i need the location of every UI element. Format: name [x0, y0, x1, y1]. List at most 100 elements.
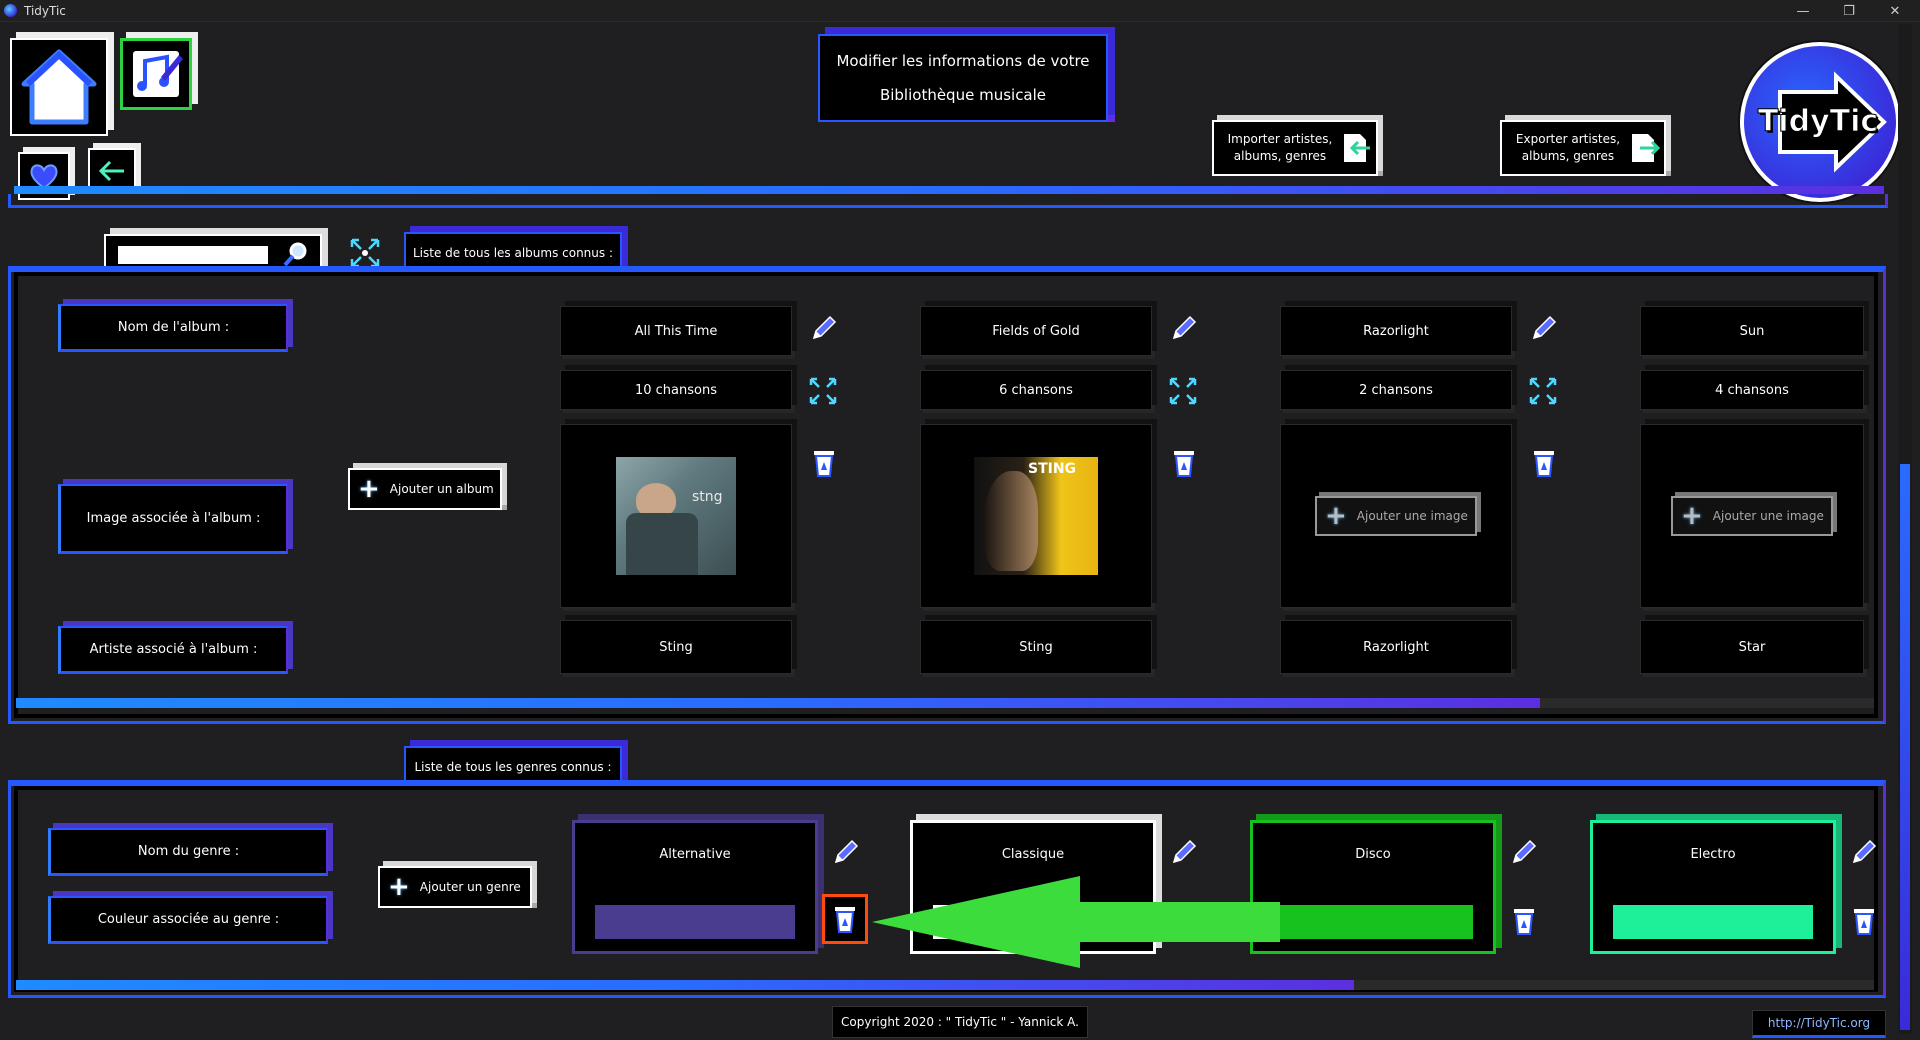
albums-scrollbar-thumb[interactable] [16, 698, 1540, 708]
expand-all-icon[interactable] [348, 236, 382, 270]
plus-icon: + [388, 872, 410, 902]
add-album-label: Ajouter un album [389, 482, 494, 496]
search-input[interactable] [118, 246, 268, 264]
genres-scrollbar-track[interactable] [16, 980, 1874, 990]
pencil-icon[interactable] [808, 314, 838, 344]
pencil-icon[interactable] [1528, 314, 1558, 344]
export-label-2: albums, genres [1521, 149, 1615, 163]
cover-title-text: stng [692, 489, 723, 505]
import-label-2: albums, genres [1233, 149, 1327, 163]
genre-name: Disco [1355, 847, 1391, 862]
page-title-box: Modifier les informations de votre Bibli… [818, 34, 1108, 122]
minimize-button[interactable]: — [1780, 0, 1826, 22]
tidytic-logo: TidyTic [1740, 42, 1900, 202]
trash-icon[interactable] [1850, 906, 1878, 936]
import-label-1: Importer artistes, [1227, 132, 1333, 146]
album-artist-cell: Star [1640, 620, 1864, 674]
website-link[interactable]: http://TidyTic.org [1752, 1010, 1886, 1038]
close-button[interactable]: ✕ [1872, 0, 1918, 22]
export-label-1: Exporter artistes, [1515, 132, 1621, 146]
expand-icon[interactable] [1528, 376, 1558, 406]
album-name-label: Nom de l'album : [58, 304, 288, 352]
pencil-icon[interactable] [1168, 838, 1198, 868]
page-scrollbar-thumb[interactable] [1900, 464, 1910, 1030]
genre-color-swatch[interactable] [1613, 905, 1813, 939]
title-bar: TidyTic — ❐ ✕ [0, 0, 1920, 22]
album-artist-cell: Sting [920, 620, 1152, 674]
trash-icon [835, 907, 855, 933]
genre-color-swatch[interactable] [1273, 905, 1473, 939]
pencil-icon[interactable] [830, 838, 860, 868]
import-button[interactable]: Importer artistes, albums, genres [1212, 120, 1378, 176]
album-cover-cell: STING [920, 424, 1152, 608]
maximize-button[interactable]: ❐ [1826, 0, 1872, 22]
trash-icon[interactable] [1170, 448, 1198, 478]
cover-figure-head [636, 483, 676, 517]
album-songs-cell: 6 chansons [920, 370, 1152, 410]
add-image-button[interactable]: + Ajouter une image [1315, 496, 1477, 536]
album-cover-cell: + Ajouter une image [1640, 424, 1864, 608]
add-album-button[interactable]: + Ajouter un album [348, 468, 502, 510]
album-cover-image: stng [616, 457, 736, 575]
logo-text: TidyTic [1757, 104, 1879, 140]
expand-icon[interactable] [808, 376, 838, 406]
cover-title-text: STING [1028, 461, 1077, 477]
add-genre-label: Ajouter un genre [419, 880, 521, 894]
copyright-text: Copyright 2020 : " TidyTic " - Yannick A… [832, 1006, 1088, 1038]
album-name-cell[interactable]: All This Time [560, 306, 792, 356]
page-scrollbar-track[interactable] [1898, 24, 1912, 1034]
plus-icon: + [358, 474, 380, 504]
plus-icon: + [1681, 501, 1703, 531]
album-cover-cell: + Ajouter une image [1280, 424, 1512, 608]
genre-name: Electro [1690, 847, 1736, 862]
album-name-cell[interactable]: Sun [1640, 306, 1864, 356]
expand-icon[interactable] [1168, 376, 1198, 406]
window-title: TidyTic [24, 4, 66, 18]
pencil-icon[interactable] [1508, 838, 1538, 868]
album-image-label: Image associée à l'album : [58, 484, 288, 554]
pencil-icon[interactable] [1848, 838, 1878, 868]
page-title-line2: Bibliothèque musicale [879, 86, 1047, 104]
album-cover-cell: stng [560, 424, 792, 608]
app-icon [4, 4, 17, 17]
pencil-icon[interactable] [1168, 314, 1198, 344]
export-icon [1632, 134, 1661, 162]
albums-scrollbar-track[interactable] [16, 698, 1874, 708]
trash-icon[interactable] [810, 448, 838, 478]
home-button[interactable] [10, 38, 108, 136]
green-arrow-annotation [872, 876, 1280, 968]
music-note-icon [133, 51, 183, 97]
album-cover-image: STING [974, 457, 1098, 575]
album-songs-cell: 4 chansons [1640, 370, 1864, 410]
add-image-label: Ajouter une image [1712, 509, 1824, 523]
album-artist-cell: Razorlight [1280, 620, 1512, 674]
header-separator [14, 186, 1884, 194]
header-frame [8, 194, 1888, 208]
genre-name: Classique [1001, 847, 1065, 862]
add-genre-button[interactable]: + Ajouter un genre [378, 866, 532, 908]
genre-name: Alternative [659, 847, 731, 862]
genre-color-label: Couleur associée au genre : [48, 896, 328, 944]
genre-card[interactable]: Disco [1250, 820, 1496, 954]
cover-figure-body [626, 513, 698, 575]
add-image-button[interactable]: + Ajouter une image [1671, 496, 1833, 536]
home-icon [21, 49, 97, 125]
plus-icon: + [1325, 501, 1347, 531]
album-songs-cell: 10 chansons [560, 370, 792, 410]
cover-face [984, 471, 1038, 571]
genres-scrollbar-thumb[interactable] [16, 980, 1354, 990]
genre-card[interactable]: Alternative [572, 820, 818, 954]
delete-genre-button-highlighted[interactable] [822, 894, 868, 944]
genre-card[interactable]: Electro [1590, 820, 1836, 954]
export-button[interactable]: Exporter artistes, albums, genres [1500, 120, 1666, 176]
website-link-text[interactable]: http://TidyTic.org [1768, 1016, 1870, 1030]
genre-color-swatch[interactable] [595, 905, 795, 939]
trash-icon[interactable] [1510, 906, 1538, 936]
album-name-cell[interactable]: Fields of Gold [920, 306, 1152, 356]
trash-icon[interactable] [1530, 448, 1558, 478]
page-title-line1: Modifier les informations de votre [836, 52, 1090, 70]
music-edit-button[interactable] [120, 38, 192, 110]
album-artist-label: Artiste associé à l'album : [58, 626, 288, 674]
import-icon [1344, 134, 1370, 162]
album-name-cell[interactable]: Razorlight [1280, 306, 1512, 356]
